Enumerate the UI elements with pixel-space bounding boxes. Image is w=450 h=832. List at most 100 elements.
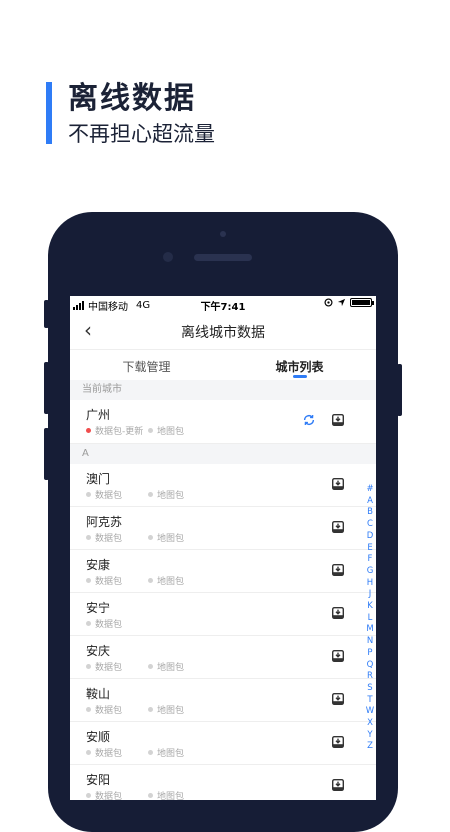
nav-bar: ‹ 离线城市数据 <box>70 313 376 349</box>
alphabet-index-letter[interactable]: F <box>364 554 376 566</box>
promo-title: 离线数据 <box>68 81 196 116</box>
status-dot-icon <box>86 793 91 798</box>
alphabet-index-letter[interactable]: T <box>364 695 376 707</box>
city-row[interactable]: 安顺数据包 地图包 <box>70 722 376 765</box>
front-camera <box>220 231 226 237</box>
status-dot-icon <box>148 535 153 540</box>
alphabet-index-letter[interactable]: C <box>364 519 376 531</box>
active-tab-indicator <box>292 375 307 378</box>
alphabet-index-letter[interactable]: # <box>364 484 376 496</box>
tab-city-list[interactable]: 城市列表 <box>223 350 376 380</box>
data-package-tag: 数据包 <box>86 789 122 800</box>
status-dot-icon <box>86 428 91 433</box>
city-name: 阿克苏 <box>86 515 123 529</box>
status-dot-icon <box>148 664 153 669</box>
alphabet-index-letter[interactable]: Q <box>364 660 376 672</box>
alphabet-index-letter[interactable]: N <box>364 636 376 648</box>
download-icon[interactable] <box>332 564 344 576</box>
tab-bar: 下载管理 城市列表 <box>70 349 376 380</box>
city-row[interactable]: 安宁 数据包 <box>70 593 376 636</box>
phone-volume-up <box>44 362 49 414</box>
download-icon[interactable] <box>332 521 344 533</box>
download-icon[interactable] <box>332 693 344 705</box>
city-row[interactable]: 阿克苏 数据包 地图包 <box>70 507 376 550</box>
download-icon[interactable] <box>332 650 344 662</box>
city-name: 安宁 <box>86 601 111 615</box>
city-row[interactable]: 安康 数据包 地图包 <box>70 550 376 593</box>
status-dot-icon <box>86 707 91 712</box>
status-bar: 中国移动 4G 下午7:41 <box>70 296 376 313</box>
status-dot-icon <box>148 492 153 497</box>
alphabet-index-letter[interactable]: G <box>364 566 376 578</box>
sync-icon[interactable] <box>302 413 316 427</box>
download-icon[interactable] <box>332 478 344 490</box>
city-row[interactable]: 安阳 数据包 地图包 <box>70 765 376 800</box>
data-package-tag: 数据包 <box>86 703 122 716</box>
alphabet-index-letter[interactable]: K <box>364 601 376 613</box>
status-dot-icon <box>148 578 153 583</box>
data-package-tag: 数据包 <box>86 531 122 544</box>
tab-download-manager[interactable]: 下载管理 <box>70 350 223 380</box>
status-dot-icon <box>86 664 91 669</box>
data-package-tag: 数据包 <box>86 488 122 501</box>
current-city-row[interactable]: 广州 数据包-更新 地图包 <box>70 400 376 444</box>
earpiece-speaker <box>194 254 252 261</box>
alphabet-index-letter[interactable]: M <box>364 624 376 636</box>
alphabet-index-letter[interactable]: B <box>364 507 376 519</box>
map-package-tag: 地图包 <box>148 488 184 501</box>
section-header-a: A <box>70 444 376 464</box>
tab-label: 城市列表 <box>275 360 324 374</box>
data-package-tag: 数据包 <box>86 574 122 587</box>
city-row[interactable]: 澳门数据包 地图包 <box>70 464 376 507</box>
phone-screen: 中国移动 4G 下午7:41 ‹ 离线城市数据 下载管理 城市列表 当前城市 广… <box>70 296 376 800</box>
promo-subtitle: 不再担心超流量 <box>68 122 215 146</box>
download-icon[interactable] <box>332 414 344 426</box>
map-package-tag: 地图包 <box>148 660 184 673</box>
city-list: 澳门 数据包 地图包 阿克苏 数据包 地图包 安康 数据包 地图包 安宁 数据包 安庆 数据包 地图包 鞍山… <box>70 464 376 800</box>
download-icon[interactable] <box>332 607 344 619</box>
download-icon[interactable] <box>332 736 344 748</box>
alphabet-index-letter[interactable]: W <box>364 706 376 718</box>
data-package-tag: 数据包 <box>86 660 122 673</box>
alphabet-index-letter[interactable]: H <box>364 578 376 590</box>
proximity-sensor <box>163 252 173 262</box>
section-header-current-city: 当前城市 <box>70 380 376 400</box>
alphabet-index-letter[interactable]: A <box>364 496 376 508</box>
city-name: 安庆 <box>86 644 111 658</box>
alphabet-index-letter[interactable]: L <box>364 613 376 625</box>
phone-power-button <box>397 364 402 416</box>
download-icon[interactable] <box>332 779 344 791</box>
status-dot-icon <box>86 750 91 755</box>
city-name: 鞍山 <box>86 687 111 701</box>
alphabet-index-letter[interactable]: D <box>364 531 376 543</box>
map-package-tag: 地图包 <box>148 746 184 759</box>
alphabet-index-letter[interactable]: E <box>364 543 376 555</box>
status-dot-icon <box>86 535 91 540</box>
alphabet-index[interactable]: # A B C D E F G H J K L M N P Q R S T W X Y Z <box>364 484 376 753</box>
map-package-tag: 地图包 <box>148 789 184 800</box>
city-name: 澳门 <box>86 472 111 486</box>
alphabet-index-letter[interactable]: X <box>364 718 376 730</box>
alphabet-index-letter[interactable]: Y <box>364 730 376 742</box>
alphabet-index-letter[interactable]: Z <box>364 741 376 753</box>
data-package-tag: 数据包 <box>86 746 122 759</box>
city-row[interactable]: 鞍山 数据包 地图包 <box>70 679 376 722</box>
page-title: 离线城市数据 <box>181 325 265 341</box>
status-dot-icon <box>86 621 91 626</box>
phone-volume-down <box>44 428 49 480</box>
city-row[interactable]: 安庆数据包 地图包 <box>70 636 376 679</box>
city-name: 安康 <box>86 558 111 572</box>
alphabet-index-letter[interactable]: P <box>364 648 376 660</box>
alphabet-index-letter[interactable]: J <box>364 589 376 601</box>
alphabet-index-letter[interactable]: R <box>364 671 376 683</box>
city-name: 广州 <box>86 408 111 422</box>
alphabet-index-letter[interactable]: S <box>364 683 376 695</box>
orientation-lock-icon <box>324 298 333 307</box>
tab-label: 下载管理 <box>122 360 171 374</box>
status-dot-icon <box>86 578 91 583</box>
phone-mute-switch <box>44 300 49 328</box>
promo-accent-bar <box>46 82 52 144</box>
city-name: 安顺 <box>86 730 111 744</box>
data-package-tag: 数据包 <box>86 617 122 630</box>
location-icon <box>337 298 346 307</box>
